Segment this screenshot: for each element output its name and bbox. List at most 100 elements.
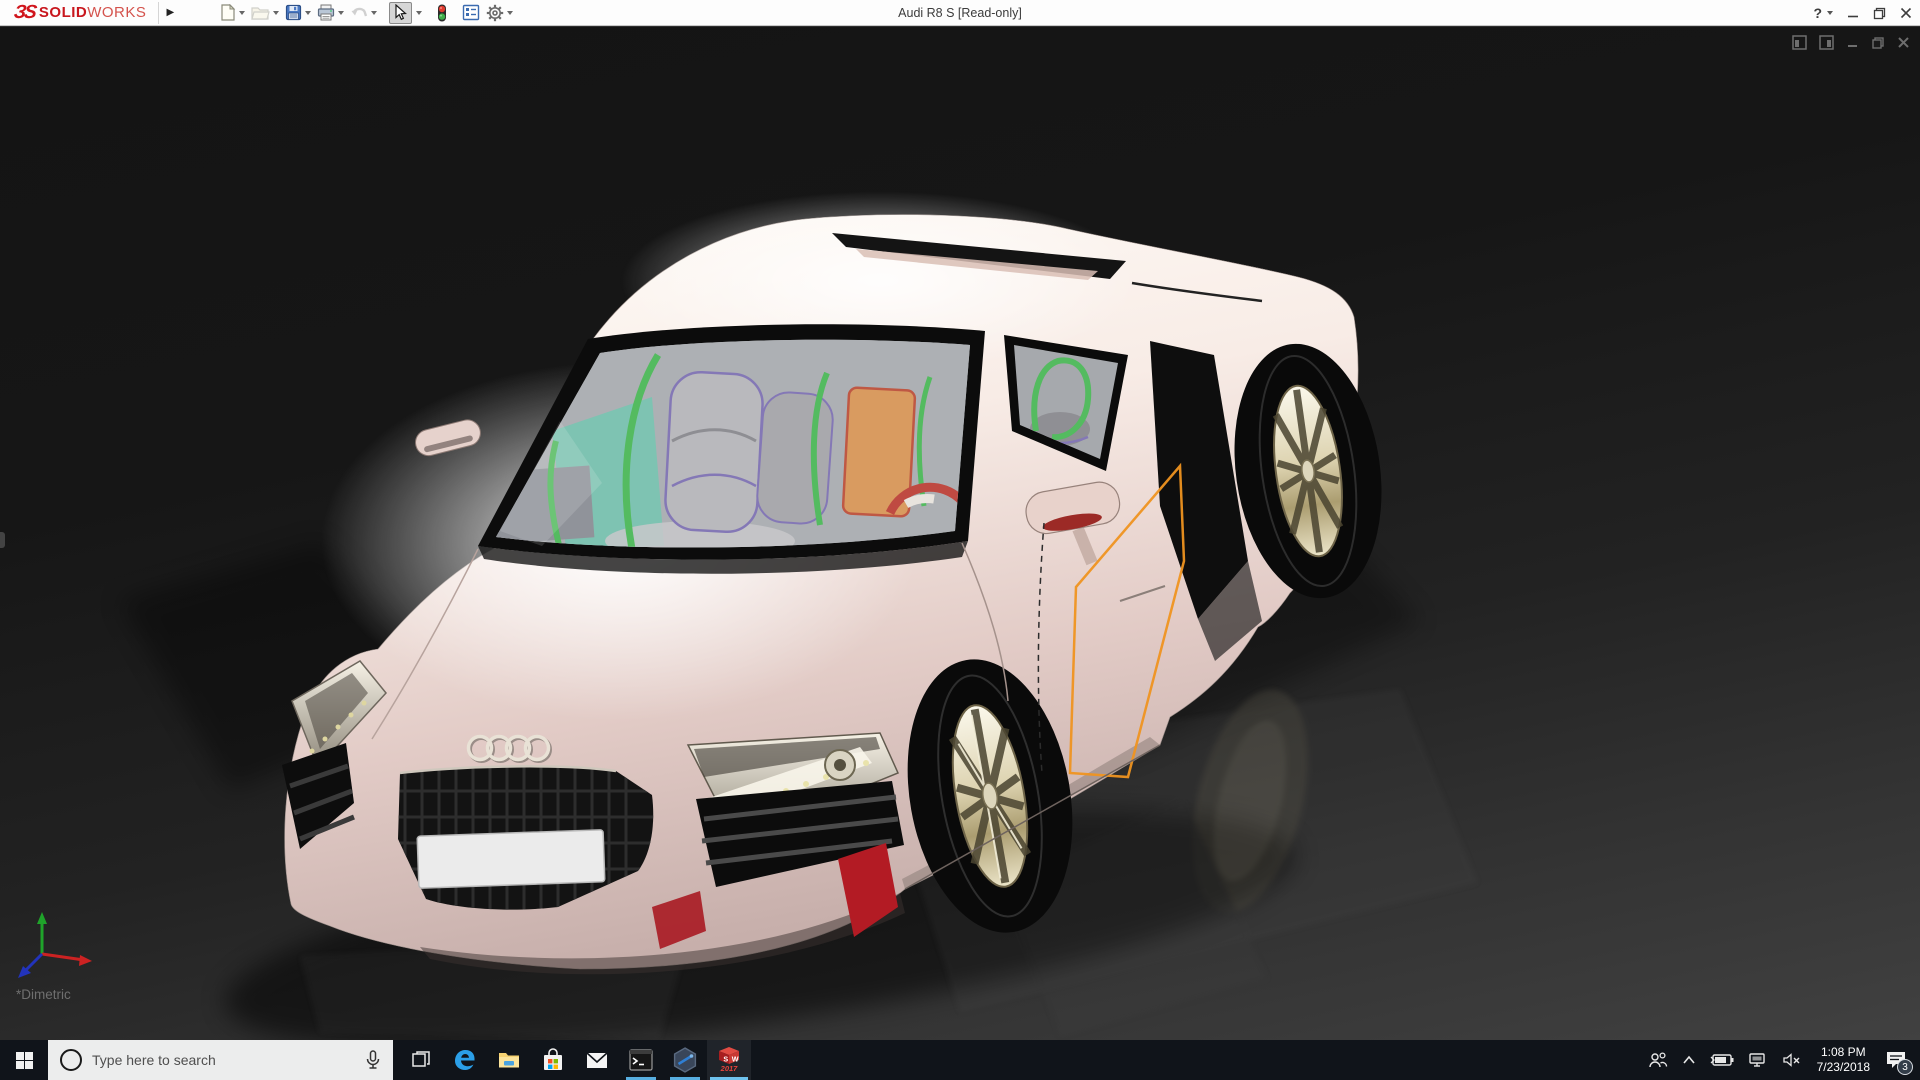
dropdown-caret-icon[interactable] bbox=[371, 11, 377, 15]
doc-minimize-button[interactable] bbox=[1846, 36, 1859, 49]
taskbar-app-command-prompt[interactable] bbox=[619, 1040, 663, 1080]
title-bar: ЗS SOLIDWORKS ▶ bbox=[0, 0, 1920, 26]
volume-button[interactable] bbox=[1775, 1040, 1809, 1080]
undo-button[interactable] bbox=[348, 2, 379, 24]
brand-works: WORKS bbox=[87, 4, 146, 21]
edrawings-hexagon-icon bbox=[672, 1047, 698, 1073]
search-input[interactable] bbox=[92, 1052, 355, 1068]
battery-icon bbox=[1710, 1053, 1734, 1067]
close-icon bbox=[1900, 7, 1912, 19]
mail-icon bbox=[585, 1049, 609, 1071]
close-button[interactable] bbox=[1900, 7, 1912, 19]
brand-solid: SOLID bbox=[39, 4, 87, 21]
3d-model-canvas[interactable] bbox=[0, 27, 1920, 1040]
new-button[interactable] bbox=[217, 2, 247, 24]
help-button[interactable]: ? bbox=[1813, 6, 1833, 20]
options-button[interactable] bbox=[484, 2, 515, 24]
new-document-icon bbox=[219, 4, 236, 21]
file-explorer-icon bbox=[497, 1048, 521, 1072]
license-plate bbox=[417, 830, 605, 888]
clock-time: 1:08 PM bbox=[1817, 1045, 1870, 1060]
help-icon: ? bbox=[1813, 6, 1822, 20]
select-cursor-icon bbox=[392, 4, 409, 21]
taskbar-clock[interactable]: 1:08 PM 7/23/2018 bbox=[1809, 1045, 1878, 1075]
doc-restore-button[interactable] bbox=[1871, 36, 1885, 50]
save-button[interactable] bbox=[283, 2, 313, 24]
windows-logo-icon bbox=[16, 1052, 33, 1069]
taskbar-app-file-explorer[interactable] bbox=[487, 1040, 531, 1080]
dropdown-caret-icon[interactable] bbox=[338, 11, 344, 15]
task-view-button[interactable] bbox=[399, 1040, 443, 1080]
taskbar-search[interactable] bbox=[48, 1040, 393, 1080]
undo-arrow-icon bbox=[350, 4, 368, 21]
solidworks-logo-mark-icon: ЗS bbox=[13, 3, 37, 22]
display-pane-button[interactable] bbox=[1819, 35, 1834, 50]
task-view-icon bbox=[411, 1050, 431, 1070]
document-window-controls bbox=[1792, 35, 1910, 50]
open-folder-icon bbox=[251, 4, 270, 21]
windshield[interactable] bbox=[478, 324, 985, 573]
microsoft-store-icon bbox=[542, 1048, 564, 1072]
quick-access-toolbar bbox=[217, 2, 515, 24]
start-button[interactable] bbox=[0, 1040, 48, 1080]
divider bbox=[158, 2, 159, 24]
traffic-light-icon bbox=[436, 4, 448, 22]
rebuild-button[interactable] bbox=[434, 2, 450, 24]
doc-close-button[interactable] bbox=[1897, 36, 1910, 49]
printer-icon bbox=[317, 4, 335, 21]
solidworks-2017-icon: SW 2017 bbox=[718, 1047, 740, 1073]
view-orientation-label: *Dimetric bbox=[16, 987, 71, 1002]
select-tool-button[interactable] bbox=[389, 2, 412, 24]
dropdown-caret-icon[interactable] bbox=[1827, 11, 1833, 15]
print-button[interactable] bbox=[315, 2, 346, 24]
chevron-up-icon bbox=[1682, 1055, 1696, 1065]
graphics-viewport[interactable]: *Dimetric bbox=[0, 26, 1920, 1040]
file-properties-icon bbox=[462, 4, 480, 21]
file-properties-button[interactable] bbox=[460, 2, 482, 24]
solidworks-year-label: 2017 bbox=[721, 1065, 738, 1073]
reference-triad[interactable] bbox=[14, 912, 104, 982]
taskbar-app-solidworks[interactable]: SW 2017 bbox=[707, 1040, 751, 1080]
restore-button[interactable] bbox=[1873, 7, 1886, 20]
solidworks-logo: ЗS SOLIDWORKS ▶ bbox=[0, 0, 177, 26]
solidworks-window: ЗS SOLIDWORKS ▶ bbox=[0, 0, 1920, 1080]
minimize-icon bbox=[1847, 7, 1859, 19]
minimize-button[interactable] bbox=[1847, 7, 1859, 19]
battery-button[interactable] bbox=[1703, 1040, 1741, 1080]
notification-count-badge: 3 bbox=[1897, 1059, 1913, 1075]
window-controls: ? bbox=[1813, 0, 1912, 26]
dropdown-caret-icon[interactable] bbox=[239, 11, 245, 15]
people-button[interactable] bbox=[1641, 1040, 1675, 1080]
svg-text:SW: SW bbox=[723, 1055, 740, 1064]
dropdown-caret-icon[interactable] bbox=[273, 11, 279, 15]
save-floppy-icon bbox=[285, 4, 302, 21]
taskbar-app-store[interactable] bbox=[531, 1040, 575, 1080]
dropdown-caret-icon[interactable] bbox=[416, 11, 422, 15]
dropdown-caret-icon[interactable] bbox=[507, 11, 513, 15]
open-button[interactable] bbox=[249, 2, 281, 24]
people-icon bbox=[1648, 1051, 1668, 1069]
select-tool-dropdown[interactable] bbox=[414, 2, 424, 24]
network-icon bbox=[1748, 1052, 1768, 1068]
system-tray: 1:08 PM 7/23/2018 3 bbox=[1641, 1040, 1920, 1080]
menu-flyout-arrow[interactable]: ▶ bbox=[163, 2, 177, 24]
restore-icon bbox=[1873, 7, 1886, 20]
volume-muted-icon bbox=[1782, 1052, 1802, 1068]
taskbar-app-mail[interactable] bbox=[575, 1040, 619, 1080]
network-button[interactable] bbox=[1741, 1040, 1775, 1080]
taskbar-app-edge[interactable] bbox=[443, 1040, 487, 1080]
cortana-icon bbox=[60, 1049, 82, 1071]
hidden-icons-button[interactable] bbox=[1675, 1040, 1703, 1080]
dropdown-caret-icon[interactable] bbox=[305, 11, 311, 15]
taskbar: SW 2017 bbox=[0, 1040, 1920, 1080]
taskbar-app-edrawings[interactable] bbox=[663, 1040, 707, 1080]
gear-icon bbox=[486, 4, 504, 22]
collapsed-panel-tab[interactable] bbox=[0, 532, 5, 548]
microphone-icon[interactable] bbox=[365, 1050, 381, 1070]
taskbar-apps: SW 2017 bbox=[399, 1040, 751, 1080]
command-prompt-icon bbox=[629, 1049, 653, 1071]
clock-date: 7/23/2018 bbox=[1817, 1060, 1870, 1075]
microsoft-edge-icon bbox=[453, 1048, 477, 1072]
action-center-button[interactable]: 3 bbox=[1878, 1040, 1914, 1080]
feature-pane-button[interactable] bbox=[1792, 35, 1807, 50]
